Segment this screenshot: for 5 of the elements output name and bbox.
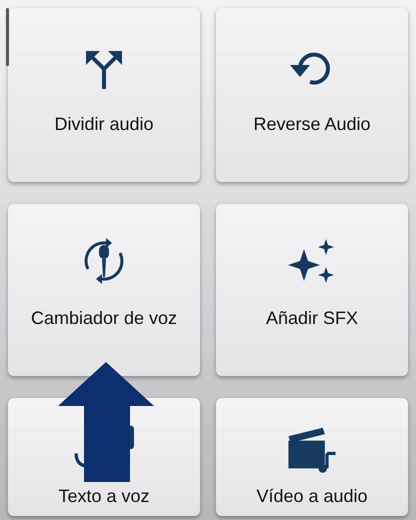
tool-tile[interactable]: Vídeo a audio [216,398,408,516]
tool-tile[interactable]: Añadir SFX [216,204,408,376]
tool-tile[interactable]: Cambiador de voz [8,204,200,376]
tool-tile[interactable]: Reverse Audio [216,8,408,182]
tool-tile[interactable]: Dividir audio [8,8,200,182]
